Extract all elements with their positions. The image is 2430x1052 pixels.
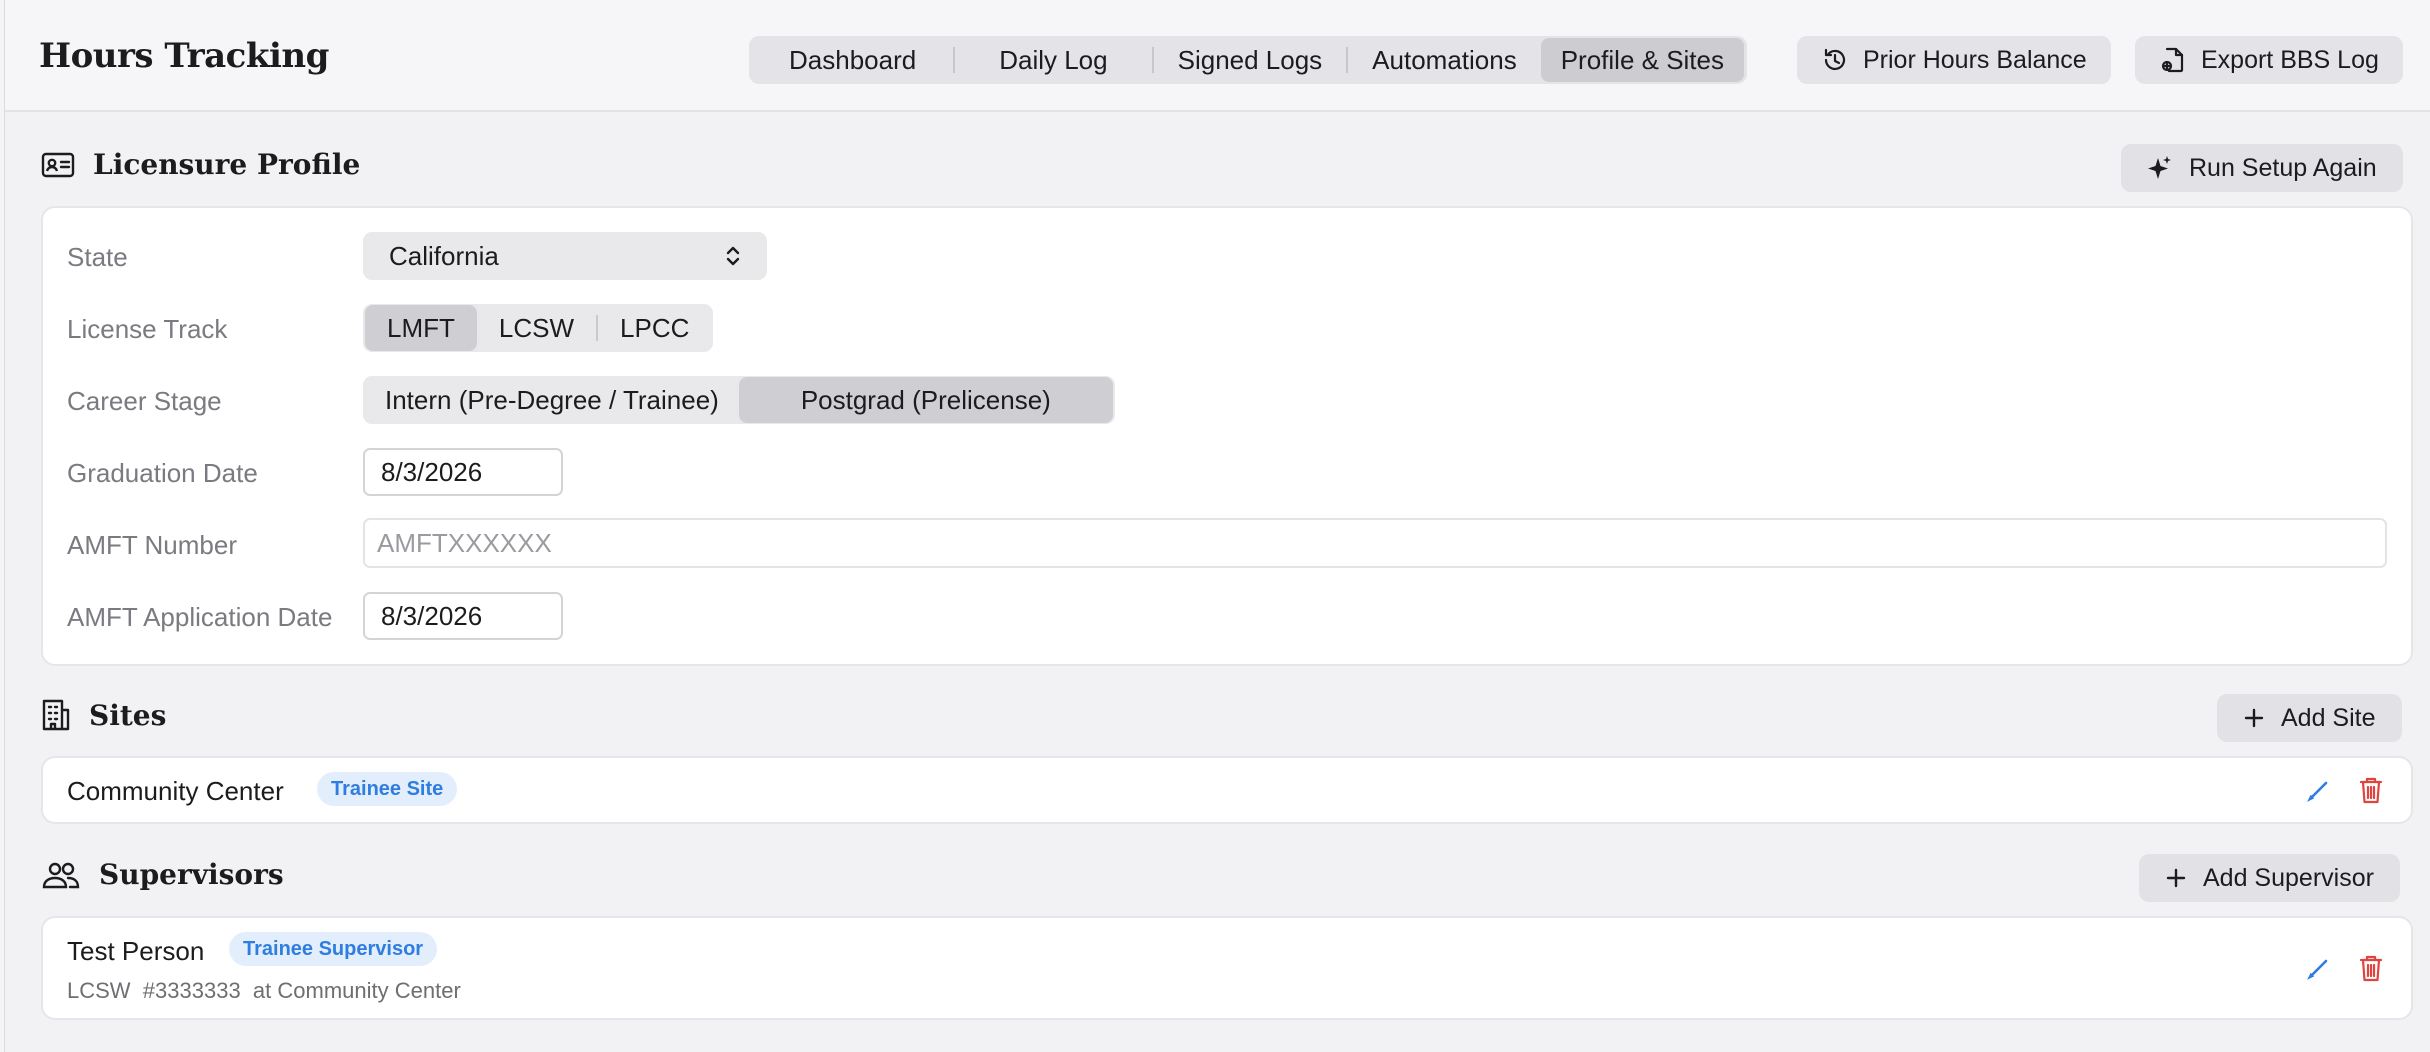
site-type-badge: Trainee Site — [317, 772, 458, 806]
edit-site-button[interactable] — [2301, 772, 2337, 808]
supervisor-row[interactable]: Test Person Trainee Supervisor LCSW #333… — [41, 916, 2413, 1020]
add-supervisor-label: Add Supervisor — [2203, 863, 2374, 892]
supervisor-license: LCSW — [67, 978, 131, 1003]
sparkle-icon — [2147, 154, 2173, 182]
tab-automations[interactable]: Automations — [1348, 38, 1541, 82]
tab-profile-sites[interactable]: Profile & Sites — [1540, 38, 1744, 82]
delete-site-button[interactable] — [2353, 772, 2389, 808]
license-track-label: License Track — [67, 314, 228, 344]
amft-number-field[interactable] — [363, 518, 2387, 568]
add-supervisor-button[interactable]: Add Supervisor — [2139, 854, 2400, 902]
prior-hours-balance-button[interactable]: Prior Hours Balance — [1797, 36, 2111, 84]
document-export-icon — [2159, 46, 2187, 74]
tab-dashboard[interactable]: Dashboard — [752, 38, 953, 82]
licensure-profile-card: State California License Track LMFT LCSW… — [41, 206, 2413, 666]
edit-supervisor-button[interactable] — [2301, 950, 2337, 986]
trash-icon — [2358, 775, 2384, 805]
prior-hours-balance-label: Prior Hours Balance — [1863, 45, 2087, 74]
licensure-profile-title: Licensure Profile — [93, 148, 361, 181]
site-name: Community Center — [67, 776, 284, 806]
license-track-lpcc[interactable]: LPCC — [598, 305, 711, 351]
tab-signed-logs[interactable]: Signed Logs — [1154, 38, 1347, 82]
plus-icon — [2243, 707, 2265, 729]
career-stage-postgrad[interactable]: Postgrad (Prelicense) — [738, 377, 1113, 423]
supervisors-heading: Supervisors — [41, 858, 284, 891]
supervisor-site: at Community Center — [252, 978, 461, 1003]
amft-number-label: AMFT Number — [67, 530, 237, 560]
licensure-profile-heading: Licensure Profile — [41, 148, 360, 181]
career-stage-intern[interactable]: Intern (Pre-Degree / Trainee) — [365, 377, 739, 423]
sites-title: Sites — [89, 698, 167, 732]
state-select[interactable]: California — [363, 232, 767, 280]
career-stage-label: Career Stage — [67, 386, 222, 416]
trash-icon — [2358, 953, 2384, 983]
chevron-up-down-icon — [725, 244, 741, 268]
supervisor-details: LCSW #3333333 at Community Center — [67, 978, 461, 1004]
supervisors-title: Supervisors — [99, 858, 284, 891]
state-value: California — [389, 240, 499, 271]
app-window: Hours Tracking Dashboard Daily Log Signe… — [4, 0, 2430, 1052]
license-track-picker: LMFT LCSW LPCC — [363, 304, 714, 352]
plus-icon — [2165, 867, 2187, 889]
export-bbs-log-button[interactable]: Export BBS Log — [2135, 36, 2403, 84]
tab-daily-log[interactable]: Daily Log — [955, 38, 1151, 82]
add-site-button[interactable]: Add Site — [2217, 694, 2402, 742]
supervisor-name: Test Person — [67, 936, 205, 966]
id-card-icon — [41, 151, 75, 179]
amft-application-date-label: AMFT Application Date — [67, 602, 333, 632]
run-setup-again-button[interactable]: Run Setup Again — [2121, 144, 2403, 192]
graduation-date-field[interactable]: 8/3/2026 — [363, 448, 563, 496]
people-icon — [41, 860, 81, 890]
graduation-date-label: Graduation Date — [67, 458, 258, 488]
export-bbs-log-label: Export BBS Log — [2201, 45, 2379, 74]
supervisor-number: #3333333 — [142, 978, 241, 1003]
pencil-icon — [2306, 955, 2332, 981]
amft-application-date-field[interactable]: 8/3/2026 — [363, 592, 563, 640]
site-row[interactable]: Community Center Trainee Site — [41, 756, 2413, 824]
delete-supervisor-button[interactable] — [2353, 950, 2389, 986]
main-tabs: Dashboard Daily Log Signed Logs Automati… — [749, 36, 1747, 84]
supervisor-type-badge: Trainee Supervisor — [229, 932, 438, 966]
toolbar: Hours Tracking Dashboard Daily Log Signe… — [5, 0, 2430, 112]
state-label: State — [67, 242, 128, 272]
license-track-lcsw[interactable]: LCSW — [477, 305, 596, 351]
run-setup-again-label: Run Setup Again — [2189, 153, 2377, 182]
history-clock-icon — [1821, 46, 1849, 74]
sites-heading: Sites — [41, 698, 166, 732]
add-site-label: Add Site — [2281, 703, 2376, 732]
career-stage-picker: Intern (Pre-Degree / Trainee) Postgrad (… — [363, 376, 1115, 424]
license-track-lmft[interactable]: LMFT — [365, 305, 477, 351]
pencil-icon — [2306, 777, 2332, 803]
building-icon — [41, 698, 71, 732]
app-title: Hours Tracking — [39, 36, 329, 76]
